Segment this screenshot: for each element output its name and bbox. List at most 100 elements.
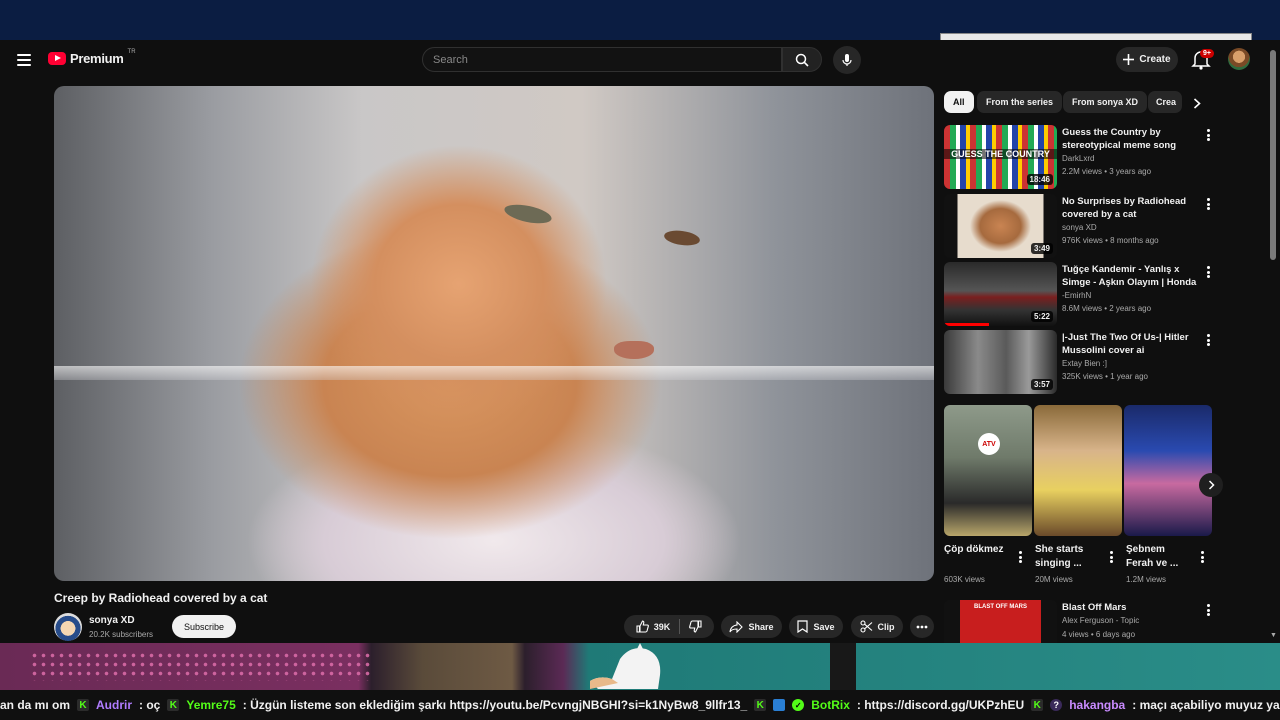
short-title[interactable]: She starts singing ... [1035,543,1101,571]
kick-badge-icon: K [77,699,90,711]
voice-search-button[interactable] [833,46,861,74]
more-horizontal-icon [916,625,928,628]
save-button[interactable]: Save [789,615,843,638]
recommendation-title[interactable]: |-Just The Two Of Us-| Hitler Mussolini … [1062,331,1200,357]
chip-from-the-series[interactable]: From the series [977,91,1063,113]
subscribe-button[interactable]: Subscribe [172,615,236,638]
kick-badge-icon: K [167,699,180,711]
short-title[interactable]: Çöp dökmez [944,543,1010,557]
menu-icon[interactable] [17,54,31,66]
pixel-art-pattern [30,651,370,681]
recommendation-thumbnail[interactable]: 3:49 [944,194,1057,258]
logo-text: Premium [70,51,124,66]
chip-from-channel[interactable]: From sonya XD [1063,91,1148,113]
pixel-art-pole [830,643,856,690]
short-thumbnail[interactable] [1034,405,1122,536]
recommendation-item[interactable]: 3:57 |-Just The Two Of Us-| Hitler Musso… [944,330,1244,395]
video-title: Creep by Radiohead covered by a cat [54,591,268,605]
kick-badge-icon: K [754,699,767,711]
cat-eye-right [663,228,701,248]
recommendation-thumbnail[interactable]: 5:22 [944,262,1057,326]
kebab-menu-icon[interactable] [1014,550,1026,564]
short-thumbnail[interactable] [1124,405,1212,536]
chevron-right-icon [1208,480,1215,490]
recommendation-thumbnail[interactable]: 3:57 [944,330,1057,394]
bot-badge-icon [773,699,786,711]
cat-nose [614,341,654,359]
kebab-menu-icon[interactable] [1202,333,1214,347]
create-label: Create [1139,54,1171,65]
recommendation-item[interactable]: 3:49 No Surprises by Radiohead covered b… [944,194,1244,259]
dislike-icon[interactable] [689,620,702,633]
thumbnail-caption: BLAST OFF MARS [974,604,1027,610]
recommendation-item[interactable]: BLAST OFF MARS Blast Off Mars Alex Fergu… [944,600,1244,643]
thumbnail-caption: GUESS THE COUNTRY [944,149,1057,159]
recommendation-title[interactable]: Tuğçe Kandemir - Yanlış x Simge - Aşkın … [1062,263,1200,289]
more-actions-button[interactable] [910,615,934,638]
recommendation-channel[interactable]: Extay Bien :] [1062,359,1107,368]
short-views: 20M views [1035,575,1073,584]
video-frame-bar [54,366,934,380]
like-icon[interactable] [636,620,649,633]
recommendation-thumbnail[interactable]: GUESS THE COUNTRY 18:46 [944,125,1057,189]
search-button[interactable] [782,47,822,72]
video-duration: 3:57 [1030,379,1053,390]
channel-avatar[interactable] [54,613,82,641]
kebab-menu-icon[interactable] [1202,265,1214,279]
short-views: 1.2M views [1126,575,1167,584]
bookmark-icon [797,620,809,633]
video-player[interactable] [54,86,934,581]
chip-creator[interactable]: Crea [1148,91,1182,113]
like-count[interactable]: 39K [654,622,671,632]
recommendation-channel[interactable]: Alex Ferguson - Topic [1062,616,1139,625]
chat-message: : oç [139,698,161,712]
clip-button[interactable]: Clip [851,615,903,638]
recommendation-item[interactable]: GUESS THE COUNTRY 18:46 Guess the Countr… [944,125,1244,190]
short-title[interactable]: Şebnem Ferah ve ... [1126,543,1192,571]
short-thumbnail[interactable]: ATV [944,405,1032,536]
chat-message: : maçı açabiliyo muyuz ya [1132,698,1280,712]
scroll-down-arrow-icon[interactable]: ▼ [1270,632,1277,639]
recommendation-channel[interactable]: -EmirhN [1062,291,1091,300]
chips-next-button[interactable] [1188,94,1206,112]
chat-username: BotRix [811,698,850,712]
chat-message: : https://discord.gg/UKPzhEU [856,698,1025,712]
channel-logo-badge: ATV [978,433,1000,455]
channel-name[interactable]: sonya XD [89,615,135,626]
verified-badge-icon: ✓ [792,699,805,711]
kebab-menu-icon[interactable] [1196,550,1208,564]
kebab-menu-icon[interactable] [1202,128,1214,142]
kebab-menu-icon[interactable] [1105,550,1117,564]
youtube-play-icon [48,52,66,65]
recommendation-channel[interactable]: sonya XD [1062,223,1097,232]
chip-all[interactable]: All [944,91,974,113]
chat-message: : Üzgün listeme son eklediğim şarkı http… [242,698,748,712]
youtube-premium-logo[interactable]: Premium TR [48,48,136,66]
chat-username: Audrir [96,698,133,712]
recommendation-item[interactable]: 5:22 Tuğçe Kandemir - Yanlış x Simge - A… [944,262,1244,327]
page-scrollbar[interactable] [1270,50,1276,260]
recommendation-title[interactable]: No Surprises by Radiohead covered by a c… [1062,195,1200,221]
share-button[interactable]: Share [721,615,782,638]
short-views: 603K views [944,575,985,584]
account-avatar[interactable] [1228,48,1250,70]
create-button[interactable]: Create [1116,47,1178,72]
search-input[interactable]: Search [422,47,782,72]
cat-sprite-icon [590,643,661,689]
recommendation-title[interactable]: Guess the Country by stereotypical meme … [1062,126,1200,152]
plus-icon [1123,54,1135,65]
recommendation-title[interactable]: Blast Off Mars [1062,601,1200,614]
shorts-next-button[interactable] [1199,473,1223,497]
recommendation-channel[interactable]: DarkLxrd [1062,154,1094,163]
question-badge-icon: ? [1050,699,1063,711]
notification-count-badge: 9+ [1200,49,1214,58]
youtube-page: Premium TR Search Create 9+ Creep by Rad… [0,40,1280,643]
kebab-menu-icon[interactable] [1202,603,1214,617]
kick-badge-icon: K [1031,699,1044,711]
recommendation-thumbnail[interactable]: BLAST OFF MARS [944,600,1057,643]
logo-region: TR [127,48,136,55]
microphone-icon [842,54,852,66]
kebab-menu-icon[interactable] [1202,197,1214,211]
recommendation-meta: 325K views • 1 year ago [1062,372,1148,381]
stream-chat-ticker: an da mı om K Audrir : oç K Yemre75 : Üz… [0,690,1280,720]
